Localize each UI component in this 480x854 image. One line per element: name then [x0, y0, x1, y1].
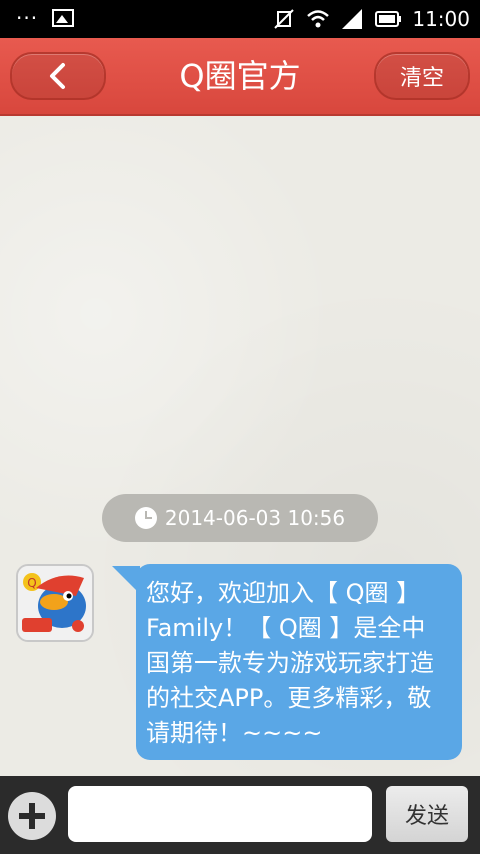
timestamp-text: 2014-06-03 10:56 [164, 506, 346, 530]
status-icons: 11:00 [272, 6, 470, 32]
avatar[interactable]: Q [16, 564, 94, 642]
signal-icon [342, 9, 363, 29]
status-bar: ··· 11:00 [0, 0, 480, 38]
app-header: Q圈官方 清空 [0, 38, 480, 116]
add-button[interactable] [8, 792, 56, 840]
notification-dots: ··· [16, 6, 39, 30]
svg-text:Q: Q [27, 576, 36, 590]
battery-icon [375, 11, 402, 27]
page-title: Q圈官方 [179, 57, 301, 95]
back-button[interactable] [10, 52, 106, 100]
q-bird-avatar-icon: Q [18, 566, 92, 640]
plus-icon [19, 803, 45, 829]
message-input[interactable] [68, 786, 372, 842]
message-bubble[interactable]: 您好，欢迎加入【 Q圈 】Family！【 Q圈 】是全中国第一款专为游戏玩家打… [136, 564, 462, 760]
clear-button[interactable]: 清空 [374, 52, 470, 100]
input-bar: 发送 [0, 776, 480, 854]
image-icon [52, 9, 74, 27]
chevron-left-icon [50, 63, 65, 89]
send-button[interactable]: 发送 [386, 786, 468, 842]
clock-time: 11:00 [412, 7, 470, 31]
vibrate-off-icon [274, 9, 295, 29]
message-text: 您好，欢迎加入【 Q圈 】Family！【 Q圈 】是全中国第一款专为游戏玩家打… [146, 579, 434, 747]
message-timestamp: 2014-06-03 10:56 [102, 494, 378, 542]
wifi-icon [307, 10, 330, 28]
clock-icon [134, 507, 157, 529]
chat-area[interactable]: 2014-06-03 10:56 Q 您好，欢迎加入【 Q圈 】Family！【… [0, 116, 480, 776]
